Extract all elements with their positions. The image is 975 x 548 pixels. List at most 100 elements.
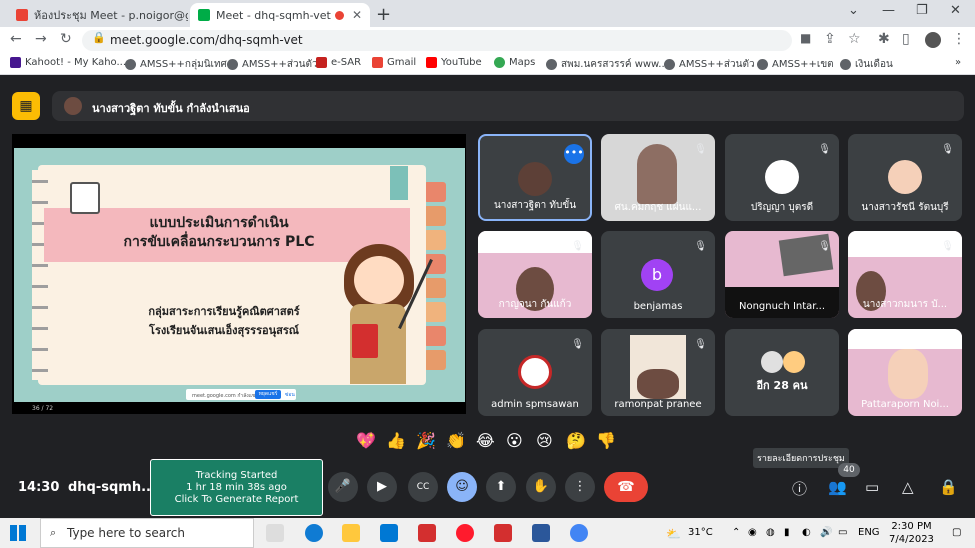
avatar <box>518 162 552 196</box>
weather-temp[interactable]: 31°C <box>688 527 713 538</box>
chat-icon[interactable]: ▭ <box>865 478 879 496</box>
mail-icon[interactable] <box>380 524 398 542</box>
bookmark-amss-khet[interactable]: AMSS++เขต <box>757 57 834 72</box>
bookmark-kahoot[interactable]: Kahoot! - My Kaho... <box>10 57 126 68</box>
tracking-line: Tracking Started <box>195 470 278 481</box>
new-tab-button[interactable]: + <box>376 4 391 25</box>
bookmark-amss-personal[interactable]: AMSS++ส่วนตัว <box>227 57 318 72</box>
participant-tile[interactable]: Pattaraporn Noi... <box>848 329 962 416</box>
more-options-icon[interactable]: ••• <box>564 144 584 164</box>
close-icon[interactable]: ✕ <box>352 8 362 22</box>
lock-icon[interactable]: 🔒 <box>92 31 106 44</box>
participant-tile[interactable]: 🎙 นางสาวรัชนี รัตนบุรี <box>848 134 962 221</box>
emoji-button[interactable]: ☺ <box>447 472 477 502</box>
present-button[interactable]: ⬆ <box>486 472 516 502</box>
bookmark-youtube[interactable]: YouTube <box>426 57 482 68</box>
windows-start-icon[interactable] <box>10 525 26 541</box>
share-icon[interactable]: ⇪ <box>824 31 836 47</box>
bookmark-gmail[interactable]: Gmail <box>372 57 416 68</box>
info-icon[interactable]: ⓘ <box>792 478 807 499</box>
file-explorer-icon[interactable] <box>342 524 360 542</box>
meeting-time: 14:30 <box>18 480 60 495</box>
language-indicator[interactable]: ENG <box>858 527 880 538</box>
back-icon[interactable]: ← <box>10 31 22 47</box>
participant-tile[interactable]: 🎙 ศน.คมกฤช แผ่นแ... <box>601 134 715 221</box>
bookmark-spm[interactable]: สพม.นครสวรรค์ www.... <box>546 57 671 72</box>
captions-button[interactable]: CC <box>408 472 438 502</box>
menu-icon[interactable]: ⋮ <box>952 31 966 47</box>
tab-meet-room[interactable]: ห้องประชุม Meet - p.noigor@gmail... ✕ <box>8 3 188 27</box>
sidepanel-icon[interactable]: ▯ <box>902 31 910 47</box>
chrome-icon[interactable] <box>570 524 588 542</box>
speaker-icon[interactable]: 🔊 <box>820 527 832 538</box>
reaction-thumbs-down[interactable]: 👎 <box>596 431 616 450</box>
minimize-button[interactable]: — <box>882 3 895 18</box>
participant-tile[interactable]: b 🎙 benjamas <box>601 231 715 318</box>
taskbar-clock[interactable]: 2:30 PM 7/4/2023 <box>889 520 934 546</box>
reaction-surprised[interactable]: 😮 <box>506 431 523 450</box>
avatar <box>888 160 922 194</box>
extensions-icon[interactable]: ✱ <box>878 31 890 47</box>
forward-icon[interactable]: → <box>35 31 47 47</box>
word-icon[interactable] <box>532 524 550 542</box>
camera-icon[interactable]: ■ <box>800 31 811 45</box>
reaction-thumbs-up[interactable]: 👍 <box>386 431 406 450</box>
restore-button[interactable]: ❐ <box>916 3 928 18</box>
reaction-clap[interactable]: 👏 <box>446 431 466 450</box>
more-participants-tile[interactable]: อีก 28 คน <box>725 329 839 416</box>
tray-app-icon[interactable]: ▮ <box>784 527 790 538</box>
participant-tile[interactable]: 🎙 Nongnuch Intar... <box>725 231 839 318</box>
star-icon[interactable]: ☆ <box>848 31 861 47</box>
end-call-button[interactable]: ☎ <box>604 472 648 502</box>
participant-tile[interactable]: 🎙 ปริญญา บุตรดี <box>725 134 839 221</box>
bookmark-esar[interactable]: e-SAR <box>316 57 361 68</box>
acrobat-icon[interactable] <box>494 524 512 542</box>
tray-chevron-icon[interactable]: ⌃ <box>732 527 740 538</box>
tab-search-icon[interactable]: ⌄ <box>848 3 859 18</box>
reaction-thinking[interactable]: 🤔 <box>566 431 586 450</box>
reaction-party[interactable]: 🎉 <box>416 431 436 450</box>
network-icon[interactable]: ▭ <box>838 527 847 538</box>
host-controls-icon[interactable]: 🔒 <box>939 478 958 496</box>
activities-icon[interactable]: △ <box>902 478 914 496</box>
participant-tile[interactable]: ••• นางสาวฐิตา ทับขั้น <box>478 134 592 221</box>
tab-meet-active[interactable]: Meet - dhq-sqmh-vet ✕ <box>190 3 370 27</box>
reaction-laugh[interactable]: 😂 <box>476 431 495 450</box>
more-options-button[interactable]: ⋮ <box>565 472 595 502</box>
wps-icon[interactable] <box>418 524 436 542</box>
hide-button[interactable]: ซ่อน <box>285 391 295 399</box>
participant-name: ปริญญา บุตรดี <box>750 202 814 213</box>
tracking-report-button[interactable]: Tracking Started 1 hr 18 min 38s ago Cli… <box>150 459 323 516</box>
close-window-button[interactable]: ✕ <box>950 3 961 18</box>
camera-button[interactable]: ▶ <box>367 472 397 502</box>
participant-tile[interactable]: 🎙 admin spmsawan <box>478 329 592 416</box>
reload-icon[interactable]: ↻ <box>60 31 72 47</box>
address-bar[interactable]: meet.google.com/dhq-sqmh-vet <box>82 30 792 51</box>
presenting-icon[interactable]: ▦ <box>12 92 40 120</box>
reaction-heart[interactable]: 💖 <box>356 431 376 450</box>
reaction-sad[interactable]: 😢 <box>536 431 553 450</box>
avatar <box>518 355 552 389</box>
raise-hand-button[interactable]: ✋ <box>526 472 556 502</box>
bookmark-amss-personal-2[interactable]: AMSS++ส่วนตัว <box>664 57 755 72</box>
edge-icon[interactable] <box>305 524 323 542</box>
taskbar-search-input[interactable]: Type here to search <box>40 518 254 548</box>
bookmark-amss-nitet[interactable]: AMSS++กลุ่มนิเทศ <box>125 57 227 72</box>
task-view-icon[interactable] <box>266 524 284 542</box>
bookmark-salary[interactable]: เงินเดือน <box>840 57 893 72</box>
bookmarks-overflow-icon[interactable]: » <box>955 57 961 68</box>
profile-avatar[interactable] <box>925 32 941 48</box>
tray-app-icon[interactable]: ◐ <box>802 527 811 538</box>
tray-app-icon[interactable]: ◉ <box>748 527 757 538</box>
tray-app-icon[interactable]: ◍ <box>766 527 775 538</box>
microphone-button[interactable]: 🎤 <box>328 472 358 502</box>
weather-icon[interactable]: ⛅ <box>666 527 681 541</box>
opera-icon[interactable] <box>456 524 474 542</box>
stop-sharing-button[interactable]: หยุดแชร์ <box>255 390 281 399</box>
participant-tile[interactable]: 🎙 กาญจนา กันแก้ว <box>478 231 592 318</box>
participant-tile[interactable]: 🎙 ramonpat pranee <box>601 329 715 416</box>
bookmark-maps[interactable]: Maps <box>494 57 535 68</box>
people-icon[interactable]: 👥 <box>828 478 847 496</box>
participant-tile[interactable]: 🎙 นางสาวกมนาร บั... <box>848 231 962 318</box>
notification-icon[interactable]: ▢ <box>952 527 961 538</box>
